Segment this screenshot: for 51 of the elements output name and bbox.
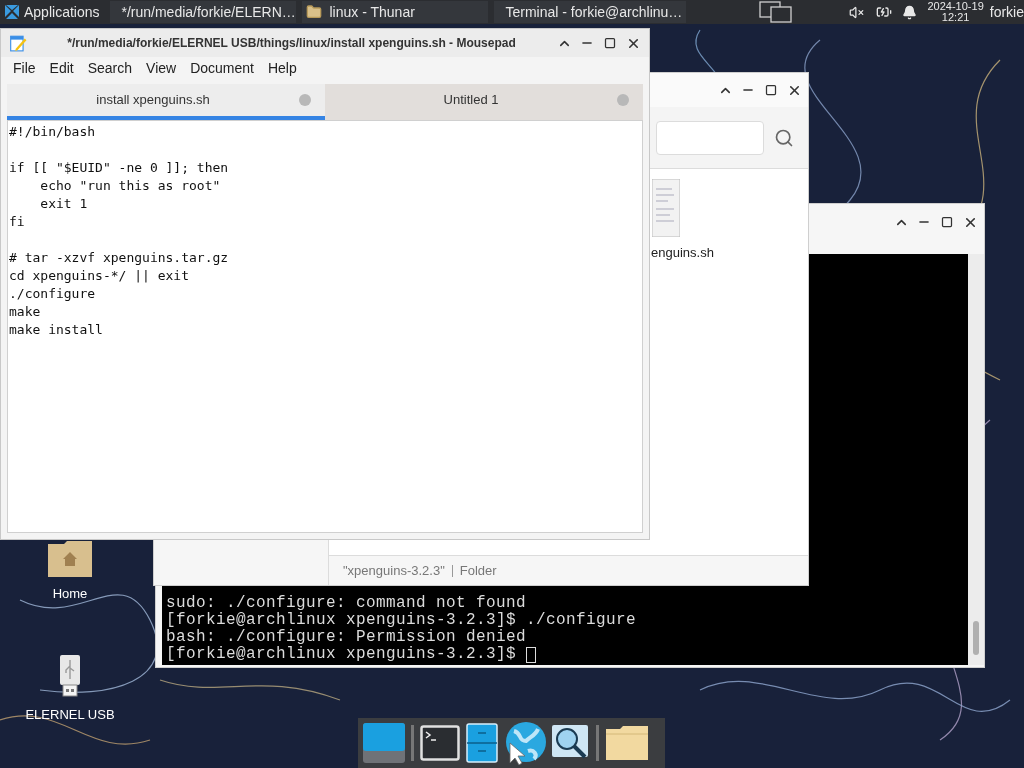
scrollbar[interactable] xyxy=(968,254,984,665)
maximize-button[interactable] xyxy=(763,82,779,98)
terminal-line: [forkie@archlinux xpenguins-3.2.3]$ ./configure xyxy=(166,612,637,629)
editor-tab[interactable]: Untitled 1 xyxy=(325,84,643,120)
desktop-icon-label[interactable]: Home xyxy=(52,584,88,604)
workspaces-icon[interactable] xyxy=(759,1,794,23)
bell-icon[interactable] xyxy=(902,4,918,20)
taskbar-button[interactable]: Terminal - forkie@archlinu… xyxy=(493,1,686,23)
maximize-button[interactable] xyxy=(602,35,618,51)
menu-item[interactable]: Search xyxy=(87,57,133,79)
file-name[interactable]: enguins.sh xyxy=(651,243,714,263)
magnifier-icon[interactable] xyxy=(552,725,590,761)
text-area[interactable]: #!/bin/bash if [[ "$EUID" -ne 0 ]]; then echo "run this as root" exit 1 fi # tar -xzvf xpenguins.tar.gz cd xpenguins-*/ || exit ./configure make make install xyxy=(7,120,643,533)
path-field[interactable] xyxy=(656,120,764,155)
menu-item[interactable]: Help xyxy=(267,57,297,79)
usb-drive-icon xyxy=(60,655,80,697)
taskbar-button[interactable]: */run/media/forkie/ELERN… xyxy=(109,1,296,23)
taskbar-button[interactable]: linux - Thunar xyxy=(301,1,488,23)
home-folder-icon xyxy=(47,540,93,578)
terminal-line: [forkie@archlinux xpenguins-3.2.3]$ xyxy=(166,646,518,663)
terminal-icon[interactable] xyxy=(420,725,460,761)
terminal-line: bash: ./configure: Permission denied xyxy=(166,629,527,646)
status-text: Folder xyxy=(459,561,497,580)
cabinet-icon[interactable] xyxy=(466,723,498,763)
maximize-button[interactable] xyxy=(939,214,955,230)
clock-time: 12:21 xyxy=(941,12,970,23)
desktop-icon-label[interactable]: ELERNEL USB xyxy=(25,705,115,725)
maximize-icon xyxy=(941,216,953,228)
battery-icon[interactable] xyxy=(876,4,893,20)
editor-tab[interactable]: install xpenguins.sh xyxy=(7,84,325,120)
globe-icon[interactable] xyxy=(504,721,546,765)
text-cursor xyxy=(526,646,537,663)
notepad-icon xyxy=(9,34,27,52)
user-name[interactable]: forkie xyxy=(989,1,1024,23)
maximize-icon xyxy=(765,84,777,96)
menu-item[interactable]: Document xyxy=(190,57,254,79)
clock-date: 2024-10-19 xyxy=(927,1,984,12)
menu-item[interactable]: Edit xyxy=(49,57,74,79)
menu-item[interactable]: File xyxy=(13,57,36,79)
folder-icon[interactable] xyxy=(605,725,649,761)
status-text: "xpenguins-3.2.3" xyxy=(343,561,445,580)
terminal-line: sudo: ./configure: command not found xyxy=(166,595,527,612)
maximize-icon xyxy=(604,37,616,49)
app-menu-icon xyxy=(4,4,20,20)
applications-menu-button[interactable]: Applications xyxy=(0,0,104,24)
mute-icon[interactable] xyxy=(849,4,865,20)
code-text: #!/bin/bash if [[ "$EUID" -ne 0 ]]; then echo "run this as root" exit 1 fi # tar -xzvf xpenguins.tar.gz cd xpenguins-*/ || exit ./configure make make install xyxy=(9,123,229,339)
menu-item[interactable]: View xyxy=(146,57,177,79)
search-icon[interactable] xyxy=(774,127,794,148)
folder-icon xyxy=(305,4,322,20)
window-title: */run/media/forkie/ELERNEL USB/things/linux/install xpenguins.sh - Mousepad xyxy=(66,35,517,52)
